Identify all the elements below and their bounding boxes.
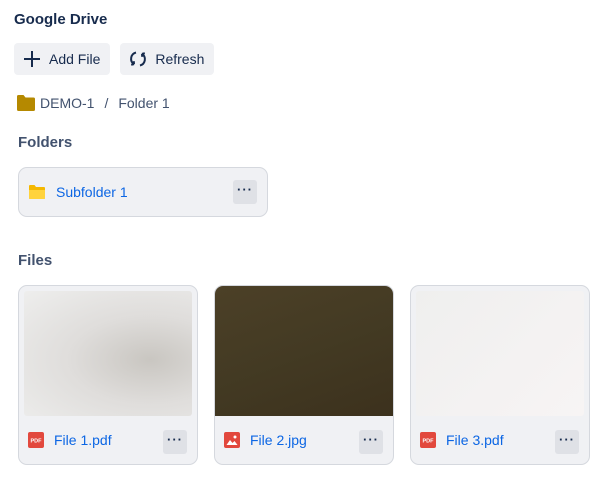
file-thumbnail <box>416 291 584 416</box>
file-more-button[interactable]: ··· <box>359 430 383 454</box>
files-heading: Files <box>18 252 53 269</box>
image-icon <box>224 432 240 448</box>
more-icon: ··· <box>237 181 253 197</box>
file-more-button[interactable]: ··· <box>163 430 187 454</box>
svg-text:PDF: PDF <box>31 439 43 445</box>
file-thumbnail <box>215 286 393 416</box>
add-file-button[interactable]: Add File <box>14 43 111 75</box>
pdf-icon: PDF <box>420 432 436 448</box>
file-link[interactable]: File 3.pdf <box>446 432 504 448</box>
refresh-icon <box>130 51 147 67</box>
folder-icon <box>29 185 45 199</box>
pdf-icon: PDF <box>28 432 44 448</box>
breadcrumb: DEMO-1 / Folder 1 <box>16 94 170 112</box>
page-title: Google Drive <box>14 11 108 28</box>
refresh-label: Refresh <box>155 51 205 67</box>
folder-card[interactable]: Subfolder 1 ··· <box>18 167 268 217</box>
more-icon: ··· <box>363 431 379 447</box>
file-card[interactable]: PDF File 3.pdf ··· <box>410 285 590 465</box>
plus-icon <box>24 51 40 67</box>
refresh-button[interactable]: Refresh <box>120 43 215 75</box>
file-card[interactable]: PDF File 1.pdf ··· <box>18 285 198 465</box>
svg-text:PDF: PDF <box>423 439 435 445</box>
file-link[interactable]: File 1.pdf <box>54 432 112 448</box>
more-icon: ··· <box>167 431 183 447</box>
file-card[interactable]: File 2.jpg ··· <box>214 285 394 465</box>
file-link[interactable]: File 2.jpg <box>250 432 307 448</box>
breadcrumb-separator: / <box>104 95 109 111</box>
folder-link[interactable]: Subfolder 1 <box>56 184 128 200</box>
toolbar: Add File Refresh <box>14 43 215 75</box>
more-icon: ··· <box>559 431 575 447</box>
breadcrumb-current[interactable]: Folder 1 <box>118 95 169 111</box>
add-file-label: Add File <box>49 51 101 67</box>
file-thumbnail <box>24 291 192 416</box>
folder-icon <box>17 95 35 111</box>
folders-heading: Folders <box>18 134 73 151</box>
folder-more-button[interactable]: ··· <box>233 180 257 204</box>
file-more-button[interactable]: ··· <box>555 430 579 454</box>
breadcrumb-root[interactable]: DEMO-1 <box>40 95 94 111</box>
